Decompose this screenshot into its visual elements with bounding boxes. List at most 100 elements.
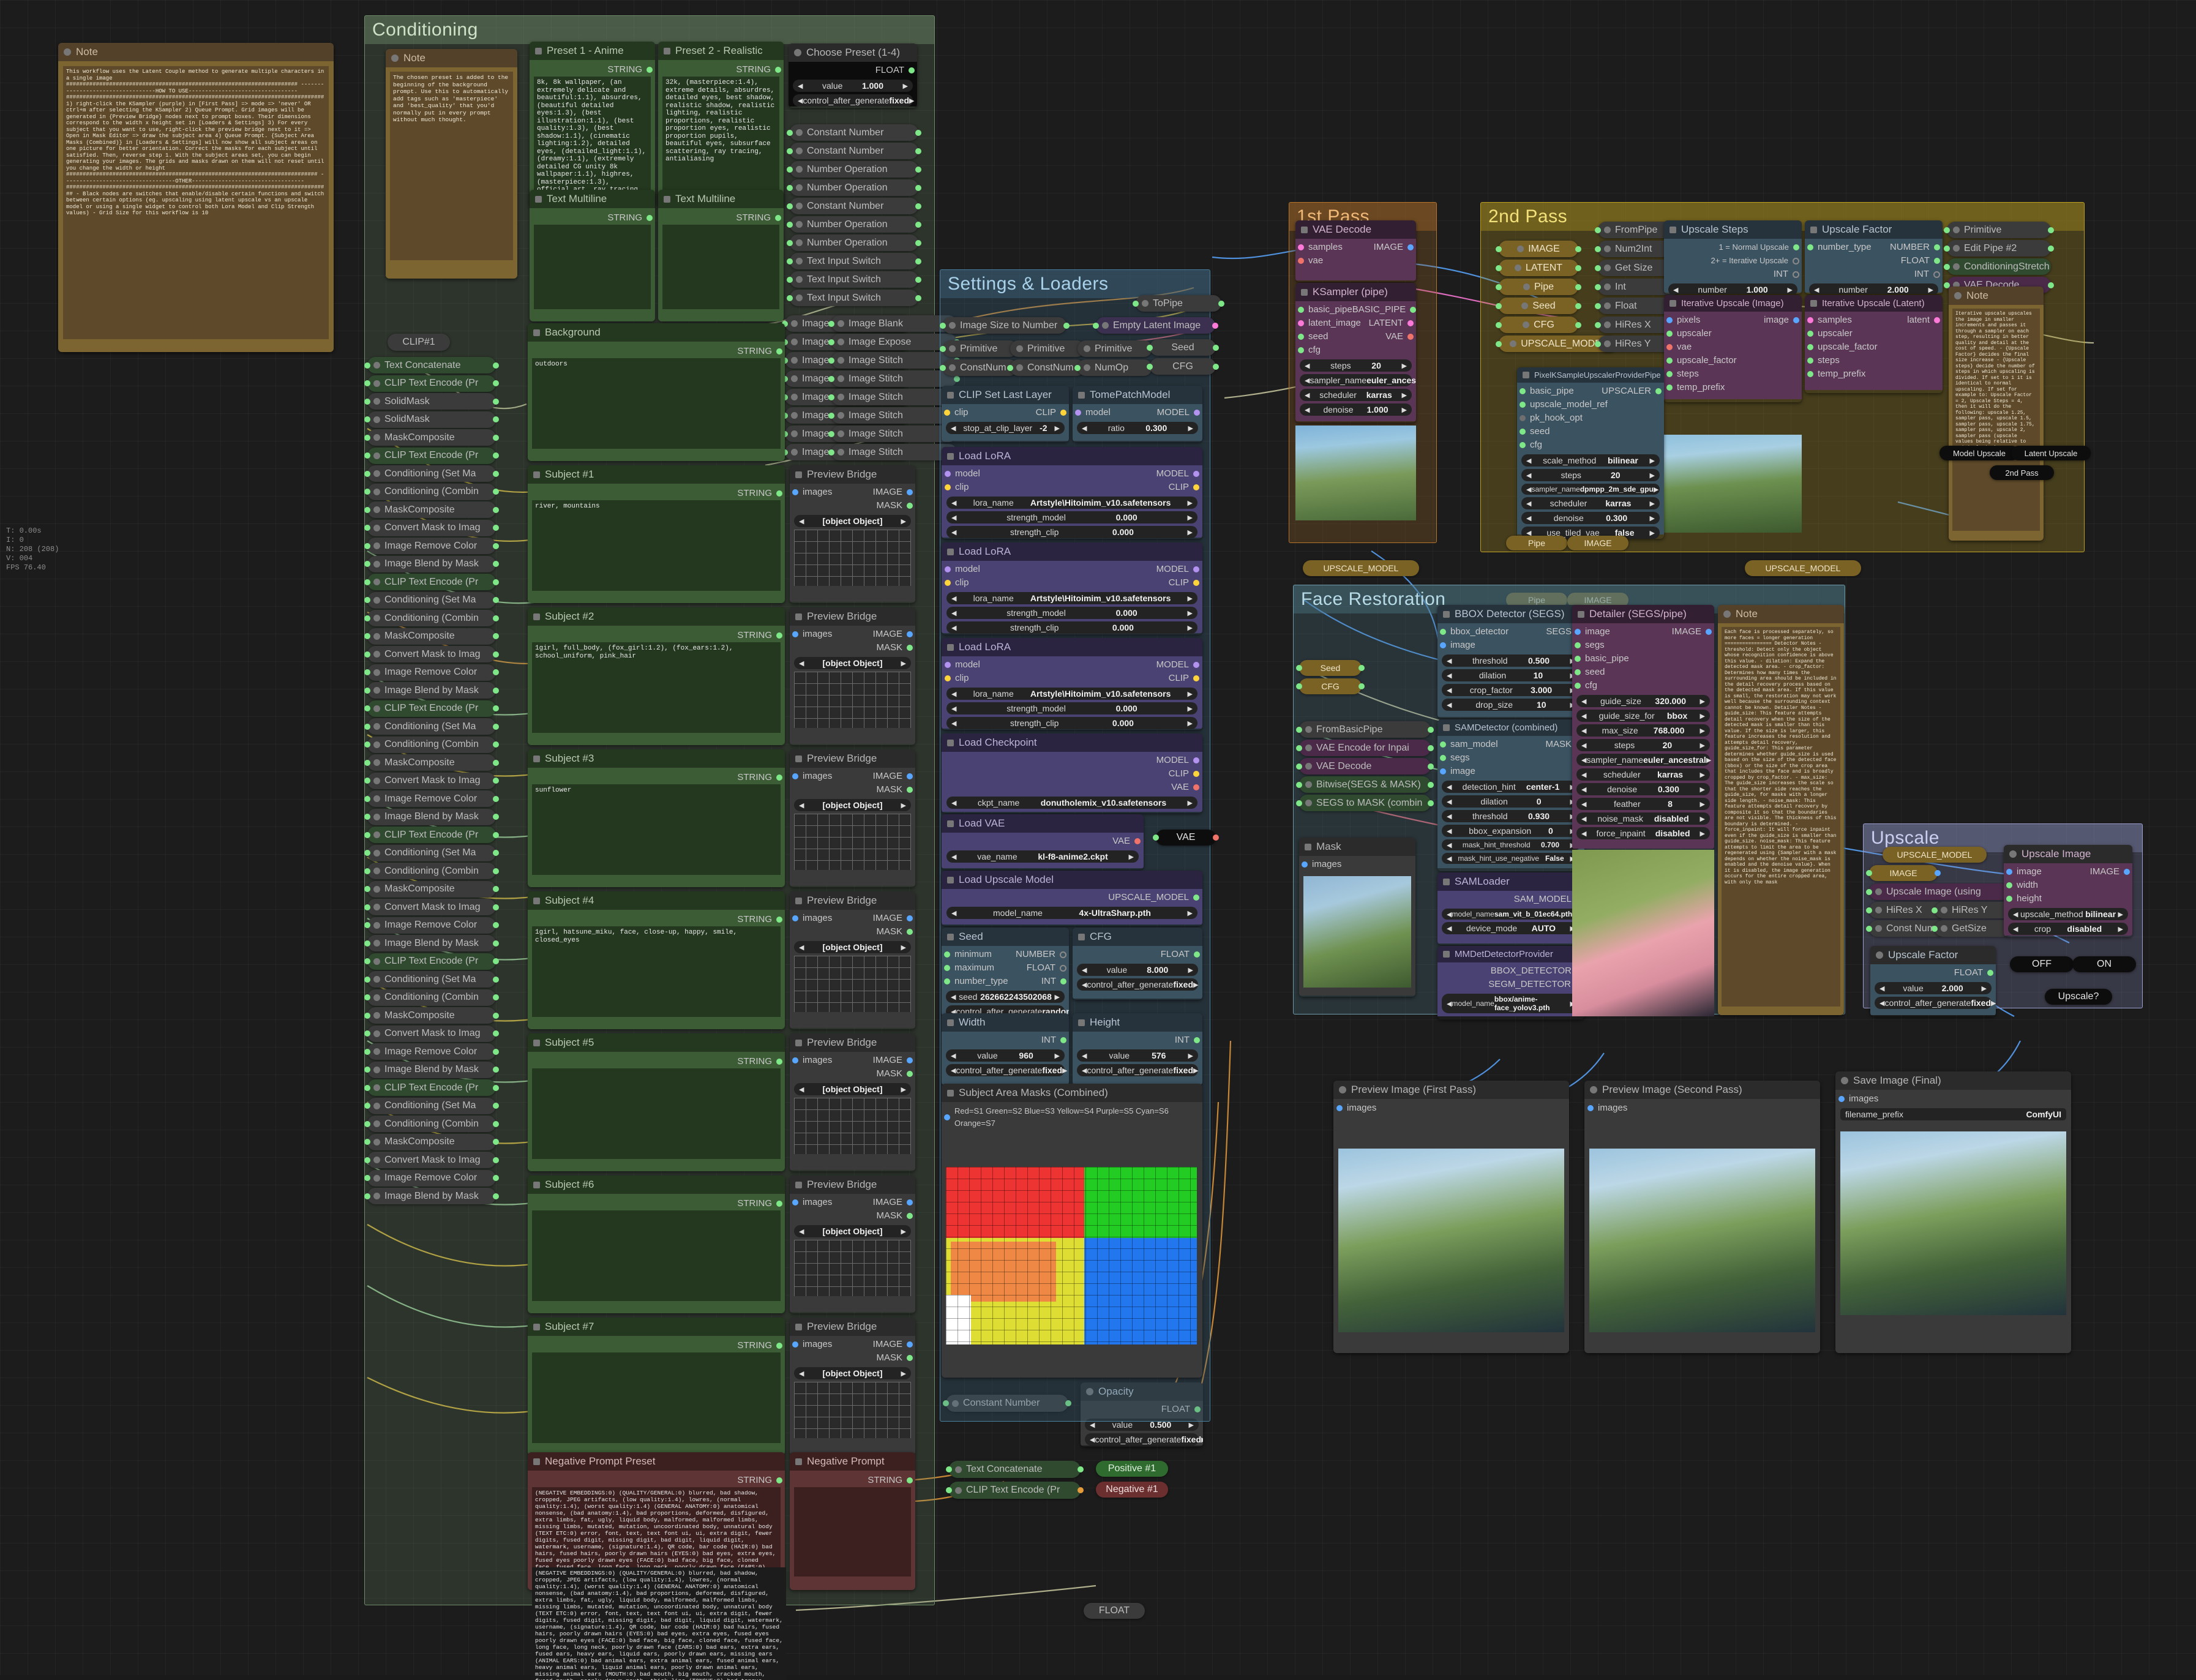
collapse-dot-icon[interactable]	[1604, 264, 1611, 271]
output-pin[interactable]	[493, 615, 499, 621]
collapse-dot-icon[interactable]	[373, 705, 380, 712]
preview-bridge-grid[interactable]	[794, 1382, 911, 1438]
node-bbox-detector[interactable]: BBOX Detector (SEGS) bbox_detector SEGS …	[1437, 605, 1584, 718]
collapse-dot-icon[interactable]	[373, 398, 380, 405]
pill-right-image-stitch-7[interactable]: Image Stitch	[828, 444, 960, 460]
output-pin[interactable]	[493, 976, 499, 983]
pill-chain-38[interactable]: Image Remove Color	[364, 1043, 499, 1060]
decrement-arrow-icon[interactable]: ◀	[951, 1067, 956, 1074]
decrement-arrow-icon[interactable]: ◀	[1447, 812, 1452, 820]
collapse-dot-icon[interactable]	[1953, 263, 1960, 270]
output-pin[interactable]	[1575, 302, 1581, 309]
increment-arrow-icon[interactable]: ▶	[1700, 771, 1705, 779]
pill-chain-12[interactable]: CLIP Text Encode (Pr	[364, 574, 499, 590]
widget-control-after-generate[interactable]: ◀ control_after_generate fixed ▶	[1875, 997, 1996, 1009]
input-pin[interactable]	[364, 1067, 370, 1073]
input-pin[interactable]	[944, 1114, 950, 1120]
input-pin[interactable]	[1666, 331, 1673, 337]
input-pin[interactable]	[1520, 388, 1526, 394]
increment-arrow-icon[interactable]: ▶	[1189, 1421, 1194, 1429]
output-pin[interactable]	[493, 1120, 499, 1127]
collapse-dot-icon[interactable]	[373, 849, 380, 857]
collapse-box-icon[interactable]	[533, 1323, 540, 1330]
pill-chain-19[interactable]: CLIP Text Encode (Pr	[364, 700, 499, 717]
node-prompt-3[interactable]: Subject #3 STRING sunflower	[528, 749, 785, 887]
pill-chain-44[interactable]: Convert Mask to Imag	[364, 1152, 499, 1168]
collapse-dot-icon[interactable]	[796, 239, 803, 246]
pill-chain-37[interactable]: Convert Mask to Imag	[364, 1025, 499, 1042]
collapse-dot-icon[interactable]	[373, 1138, 380, 1146]
prompt-text[interactable]: river, mountains	[532, 500, 781, 591]
widget-sampler-name[interactable]: ◀ sampler_name euler_ancestral▶	[1576, 754, 1711, 766]
widget-value[interactable]: ◀ value 960 ▶	[946, 1049, 1065, 1062]
input-pin[interactable]	[364, 868, 370, 874]
increment-arrow-icon[interactable]: ▶	[901, 1370, 906, 1378]
pill-primitive-3[interactable]: Primitive	[1077, 340, 1155, 357]
pill-float-bottom[interactable]: FLOAT	[1084, 1603, 1145, 1619]
increment-arrow-icon[interactable]: ▶	[1129, 853, 1134, 861]
output-pin[interactable]	[1935, 870, 1941, 876]
note-iterative-text[interactable]: Iterative upscale upscales the image in …	[1952, 309, 2040, 531]
clip-output-pin[interactable]	[1193, 484, 1199, 490]
collapse-dot-icon[interactable]	[373, 632, 380, 640]
widget-value[interactable]: ◀ value 1.000 ▶	[793, 80, 913, 92]
input-pin[interactable]	[364, 795, 370, 802]
collapse-dot-icon[interactable]	[373, 579, 380, 585]
collapse-dot-icon[interactable]	[373, 1066, 380, 1073]
collapse-dot-icon[interactable]	[373, 868, 380, 874]
collapse-box-icon[interactable]	[1078, 391, 1085, 399]
node-preview-image-second-pass[interactable]: Preview Image (Second Pass) images	[1584, 1081, 1820, 1353]
collapse-dot-icon[interactable]	[1305, 763, 1312, 770]
collapse-dot-icon[interactable]	[373, 362, 380, 369]
collapse-dot-icon[interactable]	[1875, 925, 1882, 932]
node-load-upscale-model[interactable]: Load Upscale Model UPSCALE_MODEL ◀ model…	[942, 871, 1202, 926]
pill-cfg-settings[interactable]: CFG	[1147, 358, 1219, 375]
collapse-dot-icon[interactable]	[949, 364, 956, 371]
collapse-dot-icon[interactable]	[373, 831, 380, 838]
input-pin[interactable]	[1807, 331, 1813, 337]
output-pin[interactable]	[493, 1139, 499, 1145]
input-pin[interactable]	[1932, 907, 1938, 913]
pill-chain-16[interactable]: Convert Mask to Imag	[364, 646, 499, 662]
pill-chain-40[interactable]: CLIP Text Encode (Pr	[364, 1079, 499, 1096]
pill-numop[interactable]: NumOp	[1074, 359, 1155, 376]
collapse-box-icon[interactable]	[1301, 288, 1308, 296]
note-preset-text[interactable]: The chosen preset is added to the beginn…	[390, 72, 513, 260]
widget-device-mode[interactable]: ◀ device_mode AUTO▶	[1442, 922, 1580, 934]
widget-image-object[interactable]: ◀ [object Object] ▶	[794, 657, 911, 669]
widget-image-object[interactable]: ◀ [object Object] ▶	[794, 941, 911, 953]
output-pin[interactable]	[493, 850, 499, 856]
input-pin[interactable]	[2006, 882, 2012, 888]
pill-chain-7[interactable]: Conditioning (Combin	[364, 483, 499, 500]
node-preview-bridge-0[interactable]: Preview Bridge images IMAGE MASK ◀ [obje…	[790, 465, 915, 603]
widget-value[interactable]: ◀ value 8.000 ▶	[1077, 964, 1198, 976]
increment-arrow-icon[interactable]: ▶	[901, 1228, 906, 1236]
pill-number-operation-5[interactable]: Number Operation	[787, 216, 921, 233]
decrement-arrow-icon[interactable]: ◀	[1526, 514, 1531, 522]
node-mmdet-detector-provider[interactable]: MMDetDetectorProvider BBOX_DETECTOR SEGM…	[1437, 946, 1584, 1019]
pill-chain-24[interactable]: Image Remove Color	[364, 790, 499, 807]
model-input-pin[interactable]	[945, 566, 951, 572]
pill-right-image-stitch-4[interactable]: Image Stitch	[828, 389, 960, 405]
pin[interactable]	[1793, 257, 1799, 264]
pill-chain-39[interactable]: Image Blend by Mask	[364, 1061, 499, 1078]
increment-arrow-icon[interactable]: ▶	[901, 517, 906, 525]
output-pin[interactable]	[493, 525, 499, 531]
decrement-arrow-icon[interactable]: ◀	[1447, 672, 1452, 680]
collapse-dot-icon[interactable]	[1954, 292, 1962, 299]
increment-arrow-icon[interactable]: ▶	[1055, 1052, 1060, 1060]
input-pin[interactable]	[792, 915, 798, 921]
collapse-dot-icon[interactable]	[949, 322, 956, 329]
widget-steps[interactable]: ◀ steps 20 ▶	[1300, 359, 1412, 372]
int-output-pin[interactable]	[1060, 978, 1066, 984]
node-height[interactable]: Height INT ◀ value 576 ▶ ◀ control_after…	[1073, 1013, 1202, 1086]
output-pin[interactable]	[493, 886, 499, 892]
basic-pipe-output-pin[interactable]	[1410, 307, 1416, 313]
input-pin[interactable]	[787, 258, 793, 264]
pill-chain-42[interactable]: Conditioning (Combin	[364, 1116, 499, 1132]
collapse-dot-icon[interactable]	[373, 885, 380, 893]
pill-cfg-face[interactable]: CFG	[1296, 678, 1365, 694]
float-output-pin[interactable]	[1987, 970, 1993, 976]
input-pin[interactable]	[364, 1012, 370, 1019]
collapse-box-icon[interactable]	[795, 1039, 802, 1046]
